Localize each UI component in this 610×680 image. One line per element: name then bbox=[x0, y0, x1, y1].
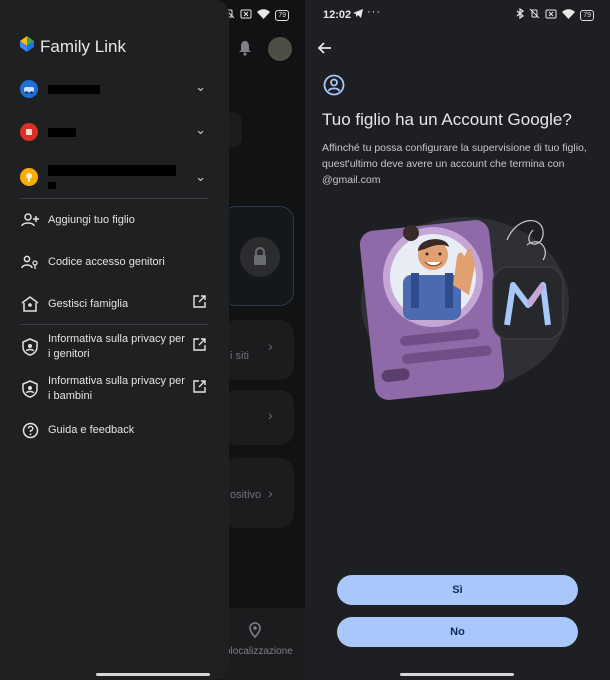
background-card bbox=[222, 206, 294, 306]
status-icons: 79 bbox=[516, 7, 594, 22]
bottom-nav-label: olocalizzazione bbox=[225, 646, 293, 657]
chevron-down-icon[interactable]: ⌄ bbox=[195, 79, 206, 95]
open-external-icon bbox=[193, 295, 206, 313]
menu-item-label: Guida e feedback bbox=[48, 423, 135, 436]
bottom-nav bbox=[222, 608, 305, 680]
menu-item-label: Aggiungi tuo figlio bbox=[48, 213, 135, 226]
background-item-text: ositivo bbox=[230, 489, 262, 501]
app-name: Family Link bbox=[40, 36, 126, 56]
background-item-text: i siti bbox=[230, 350, 249, 362]
child-avatar bbox=[20, 168, 38, 186]
no-sim-icon bbox=[240, 9, 252, 22]
help-icon bbox=[20, 420, 40, 440]
no-button[interactable]: No bbox=[337, 617, 578, 647]
no-sim-icon bbox=[545, 9, 557, 22]
redacted-name bbox=[48, 85, 100, 94]
battery-icon: 79 bbox=[580, 9, 594, 21]
child-avatar bbox=[20, 80, 38, 98]
page-title: Tuo figlio ha un Account Google? bbox=[322, 110, 572, 129]
family-home-icon bbox=[20, 294, 40, 314]
family-link-logo-icon bbox=[20, 36, 34, 57]
status-time: 12:02 bbox=[323, 9, 352, 21]
wifi-icon bbox=[257, 8, 271, 22]
menu-item-label: Codice accesso genitori bbox=[48, 255, 165, 268]
chevron-right-icon: › bbox=[268, 407, 273, 423]
menu-item-privacy-parents[interactable]: Informativa sulla privacy per i genitori bbox=[20, 332, 210, 362]
child-account-row[interactable]: ⌄ bbox=[20, 162, 210, 192]
telegram-icon bbox=[353, 9, 363, 21]
menu-item-help-feedback[interactable]: Guida e feedback bbox=[20, 420, 210, 440]
divider bbox=[20, 198, 208, 199]
menu-item-add-child[interactable]: Aggiungi tuo figlio bbox=[20, 210, 210, 230]
right-screen: 12:02 ··· 79 Tuo figlio ha un Account Go… bbox=[305, 0, 610, 680]
redacted-name bbox=[48, 182, 56, 189]
page-description: Affinché tu possa configurare la supervi… bbox=[322, 142, 587, 186]
child-account-row[interactable]: ⌄ bbox=[20, 76, 210, 104]
chevron-right-icon: › bbox=[268, 338, 273, 354]
shield-person-icon bbox=[20, 337, 40, 357]
open-external-icon bbox=[193, 380, 206, 398]
gesture-bar[interactable] bbox=[400, 673, 514, 676]
lock-icon bbox=[240, 237, 280, 277]
menu-item-privacy-children[interactable]: Informativa sulla privacy per i bambini bbox=[20, 374, 210, 404]
bell-icon bbox=[238, 40, 252, 61]
app-brand: Family Link bbox=[20, 36, 126, 57]
left-screen: i siti › › ositivo › olocalizzazione 12:… bbox=[0, 0, 305, 680]
battery-icon: 79 bbox=[275, 9, 289, 21]
shield-person-icon bbox=[20, 379, 40, 399]
more-icon: ··· bbox=[367, 6, 381, 18]
redacted-name bbox=[48, 165, 176, 176]
yes-button[interactable]: Sì bbox=[337, 575, 578, 605]
menu-item-label: Informativa sulla privacy per i bambini bbox=[48, 375, 185, 402]
account-circle-icon bbox=[323, 74, 345, 101]
divider bbox=[20, 324, 208, 325]
menu-item-parent-access-code[interactable]: Codice accesso genitori bbox=[20, 252, 210, 272]
navigation-drawer: Family Link ⌄ ⌄ ⌄ Aggiungi tuo figlio Co… bbox=[0, 0, 229, 680]
person-add-icon bbox=[20, 210, 40, 230]
open-external-icon bbox=[193, 338, 206, 356]
chevron-right-icon: › bbox=[268, 485, 273, 501]
menu-item-manage-family[interactable]: Gestisci famiglia bbox=[20, 294, 210, 314]
location-icon bbox=[248, 622, 262, 643]
status-bar: 12:02 ··· 79 bbox=[305, 0, 610, 30]
chevron-down-icon[interactable]: ⌄ bbox=[195, 122, 206, 138]
child-illustration bbox=[345, 205, 570, 410]
wifi-icon bbox=[562, 8, 576, 22]
menu-item-label: Gestisci famiglia bbox=[48, 297, 129, 310]
child-avatar bbox=[20, 123, 38, 141]
people-key-icon bbox=[20, 252, 40, 272]
gesture-bar[interactable] bbox=[96, 673, 210, 676]
avatar bbox=[268, 37, 292, 61]
bluetooth-icon bbox=[516, 7, 525, 22]
menu-item-label: Informativa sulla privacy per i genitori bbox=[48, 333, 185, 360]
child-account-row[interactable]: ⌄ bbox=[20, 119, 210, 147]
back-arrow-icon[interactable] bbox=[317, 40, 333, 61]
background-list-item bbox=[222, 390, 294, 445]
chevron-down-icon[interactable]: ⌄ bbox=[195, 169, 206, 185]
vibrate-off-icon bbox=[529, 8, 540, 22]
redacted-name bbox=[48, 128, 76, 137]
